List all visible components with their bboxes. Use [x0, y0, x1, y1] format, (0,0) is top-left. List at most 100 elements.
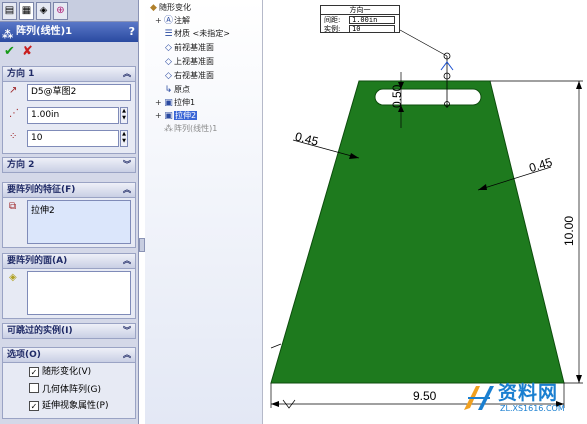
callout-count-label: 实例: [324, 25, 341, 33]
checkbox-propagate-visual[interactable]: ✓ [29, 401, 39, 411]
callout-spacing-value[interactable]: 1.00in [349, 16, 395, 24]
direction2-label: 方向 2 [7, 160, 35, 170]
option-row[interactable]: 几何体阵列(G) [29, 383, 101, 396]
callout-spacing-label: 间距: [324, 16, 341, 24]
expand-icon[interactable]: + [155, 97, 163, 109]
tree-item-right-plane[interactable]: ◇ 右视基准面 [163, 70, 214, 82]
annotation-icon: Ⓐ [163, 16, 173, 26]
faces-to-pattern-body: ◈ [2, 269, 136, 319]
direction1-body: ↗ D5@草图2 ⋰ 1.00in ▲ ▼ ⁘ 10 ▲ ▼ [2, 82, 136, 154]
property-icon: ▦ [21, 5, 32, 16]
pm-title: 阵列(线性)1 [16, 26, 73, 37]
face-cube-icon: ◈ [9, 272, 17, 283]
tree-item-annotations[interactable]: + Ⓐ注解 [155, 15, 190, 27]
callout-title: 方向一 [321, 6, 399, 15]
direction2-header[interactable]: 方向 2 ︾ [2, 157, 136, 173]
option-label: 随形变化(V) [42, 367, 92, 377]
target-icon: ⊕ [56, 5, 65, 16]
x-icon[interactable]: ✘ [22, 44, 33, 59]
extrude-icon: ▣ [164, 98, 173, 108]
pm-title-bar: ⁂ 阵列(线性)1 ? [0, 22, 138, 42]
part-drawing [270, 29, 583, 409]
checkbox-geometry-pattern[interactable] [29, 383, 39, 393]
instances-to-skip-header[interactable]: 可跳过的实例(I) ︾ [2, 323, 136, 339]
instances-stepper[interactable]: ▲ ▼ [120, 130, 128, 147]
features-list[interactable]: 拉伸2 [27, 200, 131, 244]
features-to-pattern-body: ⧉ 拉伸2 [2, 198, 136, 248]
features-to-pattern-header[interactable]: 要阵列的特征(F) ︽ [2, 182, 136, 198]
plane-icon: ◇ [165, 57, 172, 67]
features-to-pattern-label: 要阵列的特征(F) [7, 185, 76, 195]
chevron-up-icon[interactable]: ︽ [123, 348, 131, 362]
corner-marker [270, 343, 282, 349]
option-row[interactable]: ✓ 延伸视象属性(P) [29, 400, 108, 413]
direction-reference-field[interactable]: D5@草图2 [27, 84, 131, 101]
part-icon: ◆ [150, 3, 157, 13]
spacing-icon: ⋰ [9, 108, 19, 119]
tab-property-manager[interactable]: ▦ [19, 2, 34, 20]
property-manager: ▤ ▦ ◈ ⊕ ⁂ 阵列(线性)1 ? ✔ ✘ 方向 1 ︽ ↗ D5@草图2 … [0, 0, 139, 424]
tab-dimxpert-manager[interactable]: ⊕ [53, 2, 68, 20]
option-label: 延伸视象属性(P) [42, 401, 109, 411]
faces-list[interactable] [27, 271, 131, 315]
faces-to-pattern-header[interactable]: 要阵列的面(A) ︽ [2, 253, 136, 269]
instances-to-skip-label: 可跳过的实例(I) [7, 326, 73, 336]
callout-count-value[interactable]: 10 [349, 25, 395, 33]
dim-bottom-width[interactable]: 9.50 [413, 389, 436, 403]
plane-icon: ◇ [165, 43, 172, 53]
help-icon[interactable]: ? [129, 22, 135, 42]
material-icon: ☰ [164, 29, 173, 39]
tree-item-origin[interactable]: ↳ 原点 [163, 84, 190, 96]
pattern-callout[interactable]: 方向一 间距: 1.00in 实例: 10 [320, 5, 400, 33]
origin-icon: ↳ [164, 85, 173, 95]
watermark-logo-icon [464, 386, 494, 410]
trapezoid-part [270, 80, 565, 384]
expand-icon[interactable]: + [155, 15, 163, 27]
dim-slot-height[interactable]: 0.50 [390, 85, 404, 108]
chevron-up-icon[interactable]: ︽ [123, 183, 131, 197]
plane-icon: ◇ [165, 71, 172, 81]
chevron-up-icon[interactable]: ︽ [123, 67, 131, 81]
tree-item-root[interactable]: ◆ 随形变化 [148, 2, 191, 14]
tree-icon: ▤ [4, 5, 15, 16]
tab-configuration-manager[interactable]: ◈ [36, 2, 51, 20]
faces-to-pattern-label: 要阵列的面(A) [7, 256, 68, 266]
spacing-stepper[interactable]: ▲ ▼ [120, 107, 128, 124]
option-label: 几何体阵列(G) [42, 385, 101, 395]
ok-cancel-row: ✔ ✘ [0, 42, 138, 62]
options-header[interactable]: 选项(O) ︽ [2, 347, 136, 363]
tree-item-front-plane[interactable]: ◇ 前视基准面 [163, 42, 214, 54]
tree-item-material[interactable]: ☰材质 <未指定> [163, 28, 230, 40]
pattern-icon: ⁂ [164, 124, 173, 134]
dim-height[interactable]: 10.00 [562, 216, 576, 246]
option-row[interactable]: ✓ 随形变化(V) [29, 366, 91, 379]
watermark: 资料网 ZL.XS1616.COM [460, 378, 585, 422]
spacing-input[interactable]: 1.00in [27, 107, 119, 124]
tree-item-top-plane[interactable]: ◇ 上视基准面 [163, 56, 214, 68]
watermark-url: ZL.XS1616.COM [500, 404, 565, 413]
tree-item-linear-pattern[interactable]: ⁂阵列(线性)1 [163, 123, 217, 135]
instances-input[interactable]: 10 [27, 130, 119, 147]
tab-feature-manager[interactable]: ▤ [2, 2, 17, 20]
graphics-area[interactable]: 方向一 间距: 1.00in 实例: 10 0.45 0.45 0.50 10.… [262, 0, 587, 424]
chevron-down-icon[interactable]: ︾ [123, 158, 131, 172]
check-icon[interactable]: ✔ [4, 44, 15, 59]
options-label: 选项(O) [7, 350, 41, 360]
extrude-icon: ▣ [164, 111, 173, 121]
direction1-label: 方向 1 [7, 69, 35, 79]
manager-tabs: ▤ ▦ ◈ ⊕ [0, 0, 138, 22]
options-body: ✓ 随形变化(V) 几何体阵列(G) ✓ 延伸视象属性(P) [2, 363, 136, 419]
expand-icon[interactable]: + [155, 110, 163, 122]
tree-item-extrude2[interactable]: + ▣ 拉伸2 [155, 110, 198, 122]
checkbox-geometry-variation[interactable]: ✓ [29, 367, 39, 377]
chevron-up-icon[interactable]: ︽ [123, 254, 131, 268]
instances-icon: ⁘ [9, 131, 18, 142]
callout-leader [399, 29, 448, 57]
feature-icon: ⧉ [9, 201, 17, 212]
watermark-title: 资料网 [498, 382, 559, 404]
direction1-header[interactable]: 方向 1 ︽ [2, 66, 136, 82]
list-item[interactable]: 拉伸2 [31, 203, 127, 216]
chevron-down-icon[interactable]: ︾ [123, 324, 131, 338]
direction-arrow-icon: ↗ [9, 85, 18, 96]
tree-item-extrude1[interactable]: + ▣拉伸1 [155, 97, 195, 109]
